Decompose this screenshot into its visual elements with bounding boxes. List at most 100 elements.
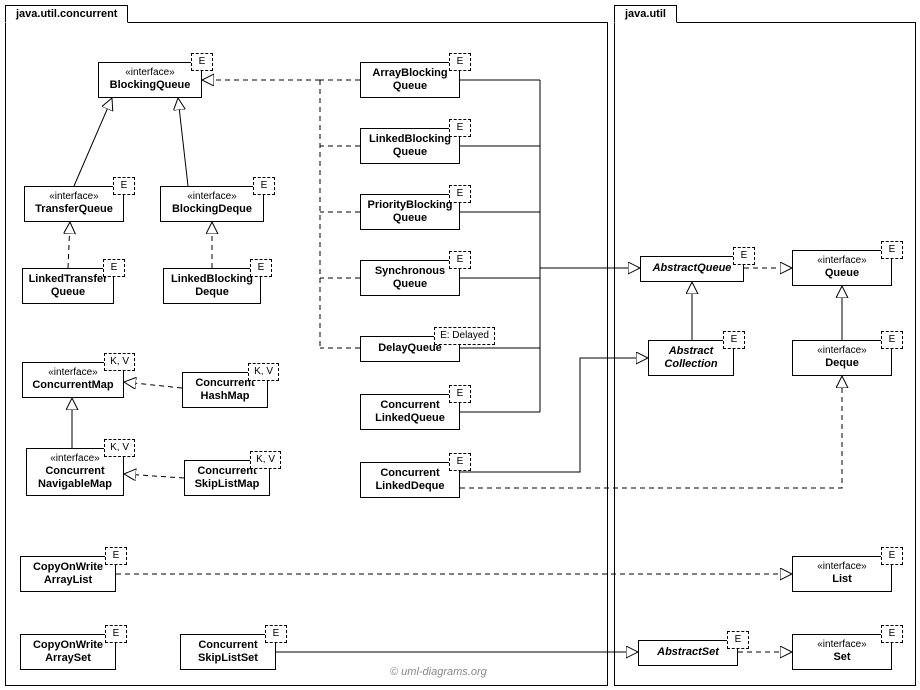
- badge-e: E: [105, 547, 127, 565]
- class-name: Queue: [825, 267, 859, 280]
- class-abstractcollection: Abstract Collection E: [648, 340, 734, 376]
- class-concurrentmap: «interface» ConcurrentMap K, V: [22, 362, 124, 398]
- badge-e: E: [449, 119, 471, 137]
- class-name-l2: SkipListMap: [195, 478, 260, 491]
- class-abstractqueue: AbstractQueue E: [640, 256, 744, 282]
- badge-e: E: [733, 247, 755, 265]
- class-name-l1: CopyOnWrite: [33, 639, 103, 652]
- class-synchronousqueue: Synchronous Queue E: [360, 260, 460, 296]
- badge-e: E: [727, 631, 749, 649]
- badge-e: E: [105, 625, 127, 643]
- class-name-l2: LinkedDeque: [375, 480, 444, 493]
- class-name-l2: Queue: [393, 212, 427, 225]
- class-concurrentlinkeddeque: Concurrent LinkedDeque E: [360, 462, 460, 498]
- stereotype: «interface»: [817, 255, 866, 267]
- class-name-l1: Concurrent: [195, 377, 254, 390]
- class-copyonwritearraylist: CopyOnWrite ArrayList E: [20, 556, 116, 592]
- badge-e: E: [250, 259, 272, 277]
- badge-kv: K, V: [250, 451, 281, 469]
- class-name-l2: ArrayList: [44, 574, 92, 587]
- class-name-l2: NavigableMap: [38, 478, 112, 491]
- class-name: Deque: [825, 357, 859, 370]
- class-name-l1: Concurrent: [45, 465, 104, 478]
- badge-e: E: [191, 53, 213, 71]
- badge-e: E: [253, 177, 275, 195]
- class-name-l2: HashMap: [201, 390, 250, 403]
- class-name: Set: [833, 651, 850, 664]
- stereotype: «interface»: [817, 561, 866, 573]
- class-queue: «interface» Queue E: [792, 250, 892, 286]
- class-name-l2: Queue: [393, 146, 427, 159]
- badge-e: E: [449, 185, 471, 203]
- badge-e: E: [881, 331, 903, 349]
- class-name: ConcurrentMap: [32, 379, 113, 392]
- package-tab-concurrent: java.util.concurrent: [5, 5, 128, 23]
- class-list: «interface» List E: [792, 556, 892, 592]
- badge-e: E: [723, 331, 745, 349]
- badge-e: E: [449, 385, 471, 403]
- badge-e: E: [881, 547, 903, 565]
- class-blockingqueue: «interface» BlockingQueue E: [98, 62, 202, 98]
- class-name-l2: LinkedQueue: [375, 412, 445, 425]
- class-abstractset: AbstractSet E: [638, 640, 738, 666]
- class-delayqueue: DelayQueue E: Delayed: [360, 336, 460, 362]
- package-tab-util: java.util: [614, 5, 677, 23]
- class-name-l2: Queue: [393, 278, 427, 291]
- badge-edelayed: E: Delayed: [434, 327, 495, 345]
- badge-kv: K, V: [248, 363, 279, 381]
- class-name-l2: ArraySet: [45, 652, 91, 665]
- class-concurrentskiplistset: Concurrent SkipListSet E: [180, 634, 276, 670]
- class-linkedblockingdeque: LinkedBlocking Deque E: [163, 268, 261, 304]
- class-name-l1: Concurrent: [380, 467, 439, 480]
- class-name-l2: Deque: [195, 286, 229, 299]
- class-name-l1: LinkedTransfer: [29, 273, 108, 286]
- class-arrayblockingqueue: ArrayBlocking Queue E: [360, 62, 460, 98]
- class-name: TransferQueue: [35, 203, 113, 216]
- class-copyonwritearrayset: CopyOnWrite ArraySet E: [20, 634, 116, 670]
- badge-e: E: [449, 251, 471, 269]
- package-label-util: java.util: [625, 8, 666, 20]
- class-name-l1: Abstract: [669, 345, 714, 358]
- stereotype: «interface»: [48, 367, 97, 379]
- class-name: List: [832, 573, 852, 586]
- class-name-l1: Concurrent: [198, 639, 257, 652]
- class-name-l2: SkipListSet: [198, 652, 258, 665]
- package-label-concurrent: java.util.concurrent: [16, 8, 117, 20]
- class-linkedtransferqueue: LinkedTransfer Queue E: [22, 268, 114, 304]
- stereotype: «interface»: [187, 191, 236, 203]
- badge-e: E: [103, 259, 125, 277]
- stereotype: «interface»: [49, 191, 98, 203]
- badge-e: E: [881, 241, 903, 259]
- badge-e: E: [449, 453, 471, 471]
- stereotype: «interface»: [817, 639, 866, 651]
- class-name-l2: Queue: [51, 286, 85, 299]
- stereotype: «interface»: [817, 345, 866, 357]
- class-name-l1: Concurrent: [197, 465, 256, 478]
- badge-kv: K, V: [104, 353, 135, 371]
- class-name-l1: CopyOnWrite: [33, 561, 103, 574]
- class-transferqueue: «interface» TransferQueue E: [24, 186, 124, 222]
- class-name-l1: PriorityBlocking: [368, 199, 453, 212]
- class-name-l2: Queue: [393, 80, 427, 93]
- class-name-l1: LinkedBlocking: [369, 133, 451, 146]
- class-priorityblockingqueue: PriorityBlocking Queue E: [360, 194, 460, 230]
- class-name: AbstractQueue: [653, 262, 732, 275]
- class-concurrenthashmap: Concurrent HashMap K, V: [182, 372, 268, 408]
- class-concurrentlinkedqueue: Concurrent LinkedQueue E: [360, 394, 460, 430]
- stereotype: «interface»: [50, 453, 99, 465]
- class-name-l1: Synchronous: [375, 265, 445, 278]
- class-blockingdeque: «interface» BlockingDeque E: [160, 186, 264, 222]
- class-name-l2: Collection: [664, 358, 717, 371]
- watermark: © uml-diagrams.org: [390, 666, 487, 678]
- class-name: BlockingDeque: [172, 203, 252, 216]
- class-deque: «interface» Deque E: [792, 340, 892, 376]
- badge-e: E: [881, 625, 903, 643]
- badge-e: E: [265, 625, 287, 643]
- class-linkedblockingqueue: LinkedBlocking Queue E: [360, 128, 460, 164]
- badge-e: E: [449, 53, 471, 71]
- class-name: AbstractSet: [657, 646, 719, 659]
- class-name-l1: ArrayBlocking: [372, 67, 447, 80]
- class-concurrentnavigablemap: «interface» Concurrent NavigableMap K, V: [26, 448, 124, 496]
- class-concurrentskiplistmap: Concurrent SkipListMap K, V: [184, 460, 270, 496]
- class-set: «interface» Set E: [792, 634, 892, 670]
